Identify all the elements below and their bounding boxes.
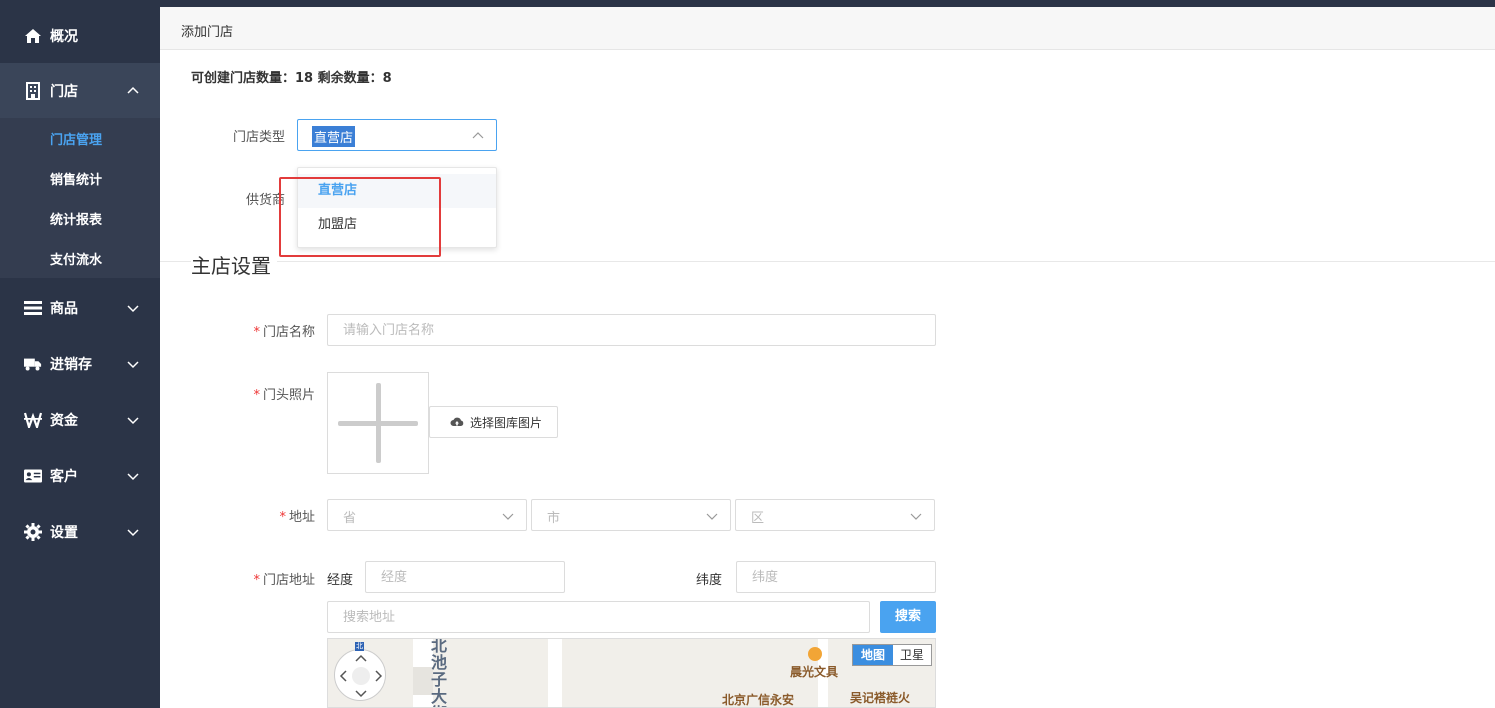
top-bar: [160, 0, 1495, 7]
chevron-down-icon: [910, 510, 922, 522]
breadcrumb: 添加门店: [160, 7, 1495, 50]
longitude-label: 经度: [327, 573, 354, 588]
nav-label: 进销存: [50, 357, 92, 373]
map-road: [548, 639, 562, 707]
section-divider: [160, 261, 1495, 262]
sub-item-reports[interactable]: 统计报表: [0, 198, 160, 238]
nav-label: 客户: [50, 469, 78, 485]
map-view[interactable]: 北池子大街 北 晨光文具 北京广信永安 吴记褡裢火 地图 卫星: [327, 638, 936, 708]
sub-item-sales-stats[interactable]: 销售统计: [0, 158, 160, 198]
poi-label: 北京广信永安: [722, 693, 795, 707]
chevron-down-icon: [126, 469, 140, 483]
nav-goods[interactable]: 商品: [0, 280, 160, 336]
address-label: * 地址: [279, 510, 315, 525]
currency-icon: [24, 411, 42, 429]
nav-inventory[interactable]: 进销存: [0, 336, 160, 392]
nav-label: 资金: [50, 413, 78, 429]
list-icon: [24, 299, 42, 317]
north-badge: 北: [355, 642, 364, 651]
map-street-label: 北池子大街: [431, 638, 448, 707]
breadcrumb-text: 添加门店: [181, 25, 234, 40]
chevron-down-icon: [126, 525, 140, 539]
nav-label: 概况: [50, 29, 78, 45]
address-search-input[interactable]: [327, 601, 870, 633]
annotation-highlight-box: [279, 177, 441, 257]
city-placeholder: 市: [547, 511, 561, 526]
nav-label: 商品: [50, 301, 78, 317]
button-label: 选择图库图片: [470, 416, 543, 430]
gear-icon: [24, 523, 42, 541]
longitude-input[interactable]: [365, 561, 565, 593]
photo-upload-box[interactable]: [327, 372, 429, 474]
id-card-icon: [24, 467, 42, 485]
nav-customer[interactable]: 客户: [0, 448, 160, 504]
chevron-down-icon: [126, 301, 140, 315]
chevron-down-icon: [706, 510, 718, 522]
chevron-up-icon: [126, 84, 140, 98]
nav-label: 门店: [50, 84, 78, 100]
nav-overview[interactable]: 概况: [0, 8, 160, 64]
store-type-value: 直营店: [312, 126, 356, 147]
sub-item-label: 支付流水: [50, 252, 103, 268]
quota-text: 可创建门店数量：18 剩余数量：8: [191, 71, 392, 86]
district-select[interactable]: 区: [735, 499, 935, 531]
poi-label: 吴记褡裢火: [850, 691, 911, 705]
store-address-label: * 门店地址: [253, 573, 315, 588]
sidebar: 概况 门店 门店管理 销售统计 统计报表 支付流水 商品 进销存 资金 客户 设…: [0, 0, 160, 708]
store-type-label: 门店类型: [232, 130, 285, 145]
sub-item-store-management[interactable]: 门店管理: [0, 118, 160, 158]
section-title: 主店设置: [191, 250, 277, 279]
poi-icon: [808, 647, 822, 661]
latitude-label: 纬度: [696, 573, 723, 588]
door-photo-label: * 门头照片: [253, 388, 315, 403]
map-type-switch: 地图 卫星: [852, 644, 932, 666]
search-button[interactable]: 搜索: [880, 601, 936, 633]
store-name-label: * 门店名称: [253, 325, 315, 340]
nav-funds[interactable]: 资金: [0, 392, 160, 448]
province-placeholder: 省: [343, 511, 357, 526]
supplier-label: 供货商: [245, 193, 285, 208]
choose-gallery-image-button[interactable]: 选择图库图片: [429, 406, 558, 438]
chevron-down-icon: [126, 413, 140, 427]
chevron-down-icon: [502, 510, 514, 522]
chevron-down-icon: [126, 357, 140, 371]
truck-icon: [24, 355, 42, 373]
sub-item-label: 销售统计: [50, 172, 103, 188]
map-type-map-button[interactable]: 地图: [853, 645, 893, 665]
city-select[interactable]: 市: [531, 499, 731, 531]
nav-label: 设置: [50, 525, 78, 541]
store-type-select[interactable]: 直营店: [297, 119, 497, 151]
map-pan-control[interactable]: [334, 649, 386, 701]
sub-item-label: 门店管理: [50, 132, 103, 148]
nav-store[interactable]: 门店: [0, 63, 160, 119]
poi-label: 晨光文具: [790, 665, 839, 679]
province-select[interactable]: 省: [327, 499, 527, 531]
store-submenu: 门店管理 销售统计 统计报表 支付流水: [0, 118, 160, 278]
nav-settings[interactable]: 设置: [0, 504, 160, 560]
sub-item-payment-flow[interactable]: 支付流水: [0, 238, 160, 278]
home-icon: [24, 27, 42, 45]
cloud-upload-icon: [450, 416, 464, 430]
map-type-satellite-button[interactable]: 卫星: [893, 645, 931, 665]
building-icon: [24, 82, 42, 100]
latitude-input[interactable]: [736, 561, 936, 593]
chevron-up-icon: [472, 130, 484, 142]
sub-item-label: 统计报表: [50, 212, 103, 228]
store-name-input[interactable]: [327, 314, 936, 346]
district-placeholder: 区: [751, 511, 765, 526]
